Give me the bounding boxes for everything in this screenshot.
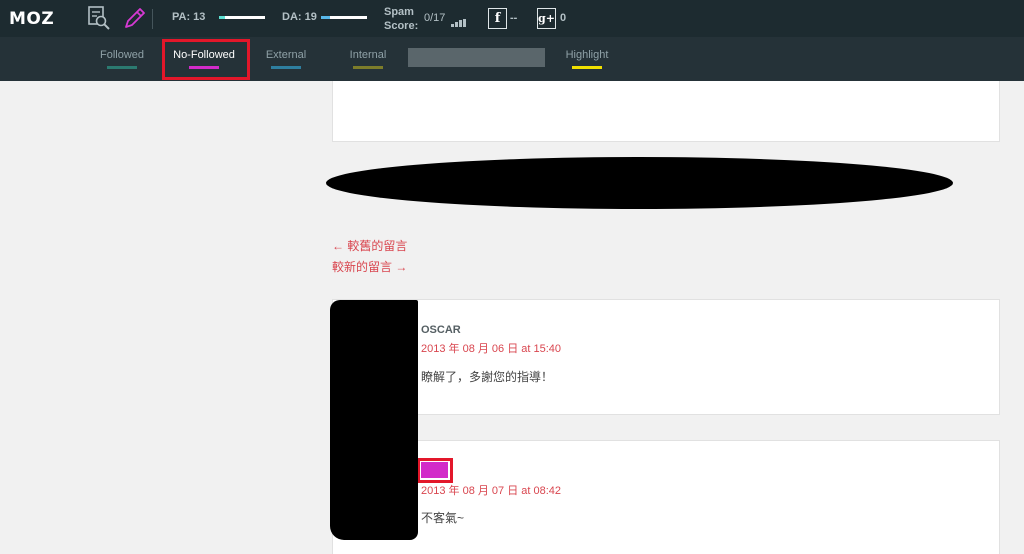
tab-followed[interactable]: Followed	[98, 49, 146, 69]
tab-internal-label: Internal	[349, 49, 387, 61]
tab-internal-color-line	[353, 66, 383, 69]
domain-authority-label: DA: 19	[282, 11, 317, 23]
toolbar-divider	[152, 9, 153, 29]
tab-highlight-label: Highlight	[565, 49, 609, 61]
tab-followed-color-line	[107, 66, 137, 69]
tab-external-color-line	[271, 66, 301, 69]
google-plus-icon[interactable]: g+	[537, 8, 556, 29]
google-plus-count: 0	[560, 12, 567, 24]
redacted-banner	[326, 157, 953, 209]
tab-highlight[interactable]: Highlight	[563, 49, 611, 69]
content-card	[332, 81, 1000, 142]
page-authority-bar	[219, 16, 265, 19]
domain-authority-bar	[321, 16, 367, 19]
comment-author[interactable]: OSCAR	[421, 324, 461, 336]
spam-score-label: Spam Score:	[384, 5, 418, 33]
facebook-count: --	[510, 12, 518, 24]
tab-nofollowed-color-line	[189, 66, 219, 69]
redacted-tab-area	[408, 48, 545, 67]
comment-date-link[interactable]: 2013 年 08 月 06 日 at 15:40	[421, 340, 561, 356]
link-highlight-bar: Followed No-Followed External Internal H…	[0, 37, 1024, 81]
spam-label-line1: Spam	[384, 6, 414, 18]
mozbar: MOZ PA: 13 DA: 19 Spam Score: 0/17 f -- …	[0, 0, 1024, 37]
author-annotation-frame	[417, 458, 453, 483]
tab-nofollowed-label: No-Followed	[173, 49, 235, 61]
spam-score-value: 0/17	[424, 12, 446, 24]
page-authority-bar-fill	[219, 16, 225, 19]
tab-internal[interactable]: Internal	[348, 49, 388, 69]
tab-external[interactable]: External	[264, 49, 308, 69]
comment-card	[332, 299, 1000, 415]
newer-comments-link[interactable]: 較新的留言 →	[332, 258, 407, 275]
comment-text: 不客氣~	[421, 511, 465, 525]
tab-nofollowed[interactable]: No-Followed	[170, 49, 238, 69]
moz-logo[interactable]: MOZ	[9, 9, 54, 29]
redacted-avatars	[330, 300, 418, 540]
tab-external-label: External	[265, 49, 307, 61]
tab-followed-label: Followed	[99, 49, 145, 61]
tab-highlight-color-line	[572, 66, 602, 69]
spam-label-line2: Score:	[384, 20, 419, 32]
older-comments-link[interactable]: ← 較舊的留言	[332, 237, 407, 254]
comment-date-link[interactable]: 2013 年 08 月 07 日 at 08:42	[421, 482, 561, 498]
page-authority-label: PA: 13	[172, 11, 206, 23]
facebook-icon[interactable]: f	[488, 8, 507, 29]
spam-score-bars-icon	[451, 14, 466, 27]
highlight-pencil-icon[interactable]	[122, 5, 148, 31]
domain-authority-bar-fill	[321, 16, 330, 19]
comment-text: 瞭解了，多謝您的指導！	[421, 370, 554, 384]
page-analysis-icon[interactable]	[86, 5, 112, 31]
